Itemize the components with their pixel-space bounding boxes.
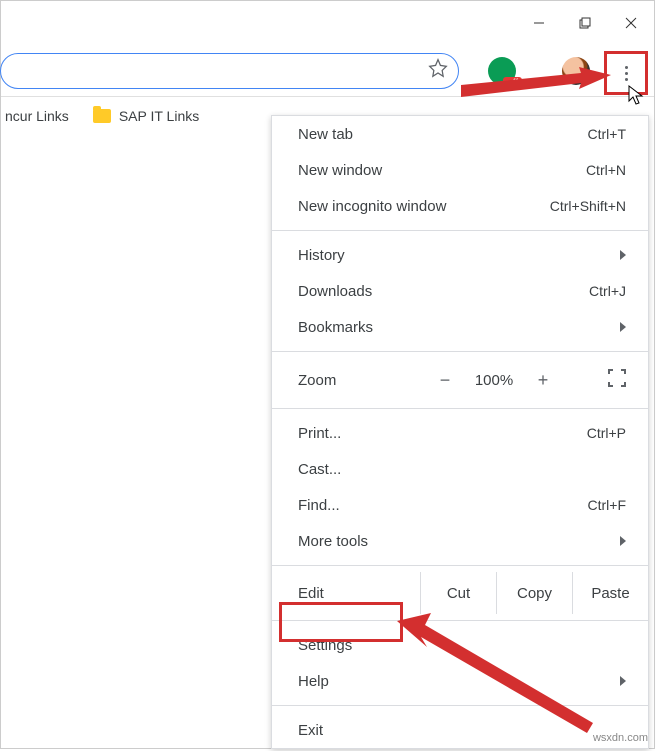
minimize-button[interactable]: [516, 3, 562, 43]
menu-shortcut: Ctrl+P: [587, 425, 626, 441]
menu-label: Exit: [298, 722, 323, 739]
menu-label: Cast...: [298, 461, 341, 478]
watermark: wsxdn.com: [593, 732, 648, 744]
zoom-percent: 100%: [466, 372, 522, 389]
edit-cut-button[interactable]: Cut: [420, 572, 496, 614]
menu-label: New window: [298, 162, 382, 179]
menu-shortcut: Ctrl+J: [589, 283, 626, 299]
menu-downloads[interactable]: Downloads Ctrl+J: [272, 273, 648, 309]
menu-help[interactable]: Help: [272, 663, 648, 699]
menu-label: New tab: [298, 126, 353, 143]
extension-off-badge: off: [503, 77, 522, 90]
menu-label: Print...: [298, 425, 341, 442]
edit-paste-button[interactable]: Paste: [572, 572, 648, 614]
chevron-right-icon: [620, 322, 626, 332]
menu-label: More tools: [298, 533, 368, 550]
address-bar[interactable]: [0, 53, 459, 89]
zoom-label: Zoom: [298, 372, 424, 389]
browser-toolbar: off: [1, 45, 654, 97]
menu-shortcut: Ctrl+F: [588, 497, 627, 513]
zoom-out-button[interactable]: −: [424, 370, 466, 391]
browser-window: off ncur Links SAP IT Links New tab Ctrl…: [0, 0, 655, 749]
profile-avatar[interactable]: [562, 57, 590, 85]
menu-exit[interactable]: Exit: [272, 712, 648, 748]
menu-find[interactable]: Find... Ctrl+F: [272, 487, 648, 523]
zoom-in-button[interactable]: +: [522, 370, 564, 391]
fullscreen-icon[interactable]: [608, 369, 626, 391]
menu-label: Bookmarks: [298, 319, 373, 336]
menu-separator: [272, 705, 648, 706]
menu-label: History: [298, 247, 345, 264]
chevron-right-icon: [620, 676, 626, 686]
menu-shortcut: Ctrl+T: [588, 126, 627, 142]
menu-new-tab[interactable]: New tab Ctrl+T: [272, 116, 648, 152]
chevron-right-icon: [620, 250, 626, 260]
folder-icon: [93, 109, 111, 123]
bookmark-label: ncur Links: [5, 108, 69, 124]
menu-new-incognito[interactable]: New incognito window Ctrl+Shift+N: [272, 188, 648, 224]
close-button[interactable]: [608, 3, 654, 43]
menu-shortcut: Ctrl+Shift+N: [550, 198, 626, 214]
edit-copy-button[interactable]: Copy: [496, 572, 572, 614]
menu-separator: [272, 230, 648, 231]
menu-label: New incognito window: [298, 198, 446, 215]
menu-label: Help: [298, 673, 329, 690]
menu-separator: [272, 565, 648, 566]
bookmark-item[interactable]: ncur Links: [5, 108, 69, 124]
maximize-button[interactable]: [562, 3, 608, 43]
menu-separator: [272, 351, 648, 352]
menu-label: Downloads: [298, 283, 372, 300]
menu-cast[interactable]: Cast...: [272, 451, 648, 487]
chrome-menu-button[interactable]: [604, 51, 648, 95]
menu-zoom-row: Zoom − 100% +: [272, 358, 648, 402]
menu-label: Find...: [298, 497, 340, 514]
menu-print[interactable]: Print... Ctrl+P: [272, 415, 648, 451]
menu-shortcut: Ctrl+N: [586, 162, 626, 178]
menu-more-tools[interactable]: More tools: [272, 523, 648, 559]
menu-new-window[interactable]: New window Ctrl+N: [272, 152, 648, 188]
bookmark-folder[interactable]: SAP IT Links: [93, 108, 199, 124]
menu-bookmarks[interactable]: Bookmarks: [272, 309, 648, 345]
menu-label: Settings: [298, 637, 352, 654]
chevron-right-icon: [620, 536, 626, 546]
menu-settings[interactable]: Settings: [272, 627, 648, 663]
edit-label: Edit: [298, 585, 420, 602]
window-titlebar: [1, 1, 654, 45]
bookmark-star-icon[interactable]: [428, 58, 448, 83]
menu-separator: [272, 408, 648, 409]
kebab-icon: [625, 66, 628, 81]
menu-edit-row: Edit Cut Copy Paste: [272, 572, 648, 614]
menu-history[interactable]: History: [272, 237, 648, 273]
menu-separator: [272, 620, 648, 621]
bookmark-label: SAP IT Links: [119, 108, 199, 124]
chrome-menu: New tab Ctrl+T New window Ctrl+N New inc…: [271, 115, 649, 749]
